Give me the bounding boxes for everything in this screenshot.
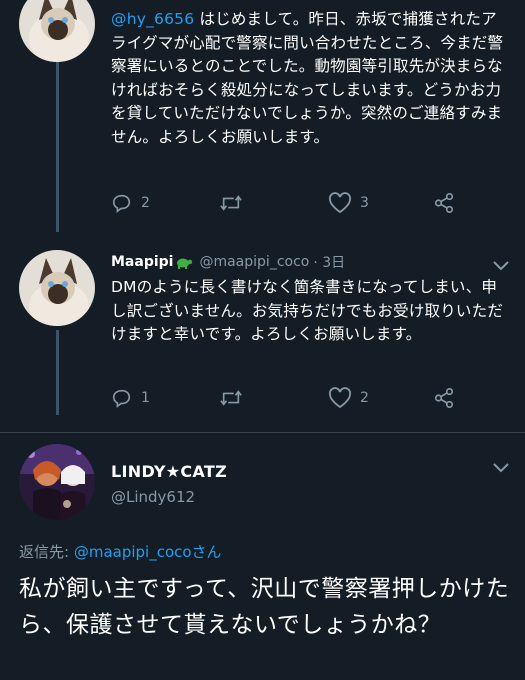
chevron-down-icon[interactable] — [492, 260, 510, 272]
reply-icon — [112, 389, 131, 408]
avatar-lindy[interactable] — [19, 444, 95, 520]
thread-connector-line — [56, 62, 59, 232]
share-icon — [434, 388, 454, 408]
handle[interactable]: @Lindy612 — [111, 488, 195, 506]
retweet-button[interactable] — [218, 190, 244, 216]
timestamp[interactable]: · 3日 — [313, 252, 345, 272]
timeline: @hy_6656 はじめまして。昨日、赤坂で捕獲されたアライグマが心配で警察に問… — [0, 0, 525, 680]
share-button[interactable] — [433, 385, 455, 411]
main-tweet-body: 私が飼い主ですって、沢山で警察署押しかけたら、保護させて貰えないでしょうかね？ — [19, 576, 510, 638]
tweet-1-text: @hy_6656 はじめまして。昨日、赤坂で捕獲されたアライグマが心配で警察に問… — [111, 8, 511, 149]
share-button[interactable] — [433, 190, 455, 216]
turtle-emoji-icon — [177, 258, 193, 269]
reply-icon — [112, 194, 131, 213]
reply-count: 1 — [141, 390, 150, 406]
avatar-maapipi[interactable] — [19, 0, 95, 62]
chevron-down-icon[interactable] — [492, 462, 510, 474]
like-icon — [328, 387, 352, 409]
reply-to-label: 返信先: — [19, 543, 74, 561]
retweet-icon — [220, 195, 242, 211]
thread-connector-line — [56, 330, 59, 415]
reply-to-line: 返信先: @maapipi_cocoさん — [19, 541, 222, 562]
like-button[interactable]: 3 — [328, 190, 369, 216]
like-icon — [328, 192, 352, 214]
divider — [0, 432, 525, 433]
reply-count: 2 — [141, 195, 150, 211]
like-button[interactable]: 2 — [328, 385, 369, 411]
reply-to-mention[interactable]: @maapipi_cocoさん — [74, 543, 222, 561]
reply-button[interactable]: 1 — [111, 385, 150, 411]
handle[interactable]: @maapipi_coco — [199, 254, 309, 270]
retweet-icon — [220, 390, 242, 406]
retweet-button[interactable] — [218, 385, 244, 411]
display-name[interactable]: LINDY★CATZ — [111, 462, 227, 481]
avatar-maapipi[interactable] — [19, 250, 95, 326]
like-count: 2 — [360, 390, 369, 406]
reply-button[interactable]: 2 — [111, 190, 150, 216]
tweet-1-mention[interactable]: @hy_6656 — [111, 10, 194, 28]
tweet-2-header: Maapipi @maapipi_coco · 3日 — [111, 252, 345, 272]
display-name[interactable]: Maapipi — [111, 254, 173, 270]
tweet-1-body: はじめまして。昨日、赤坂で捕獲されたアライグマが心配で警察に問い合わせたところ、… — [111, 10, 504, 146]
like-count: 3 — [360, 195, 369, 211]
tweet-2-body: DMのように長く書けなく箇条書きになってしまい、申し訳ございません。お気持ちだけ… — [111, 278, 504, 343]
share-icon — [434, 193, 454, 213]
